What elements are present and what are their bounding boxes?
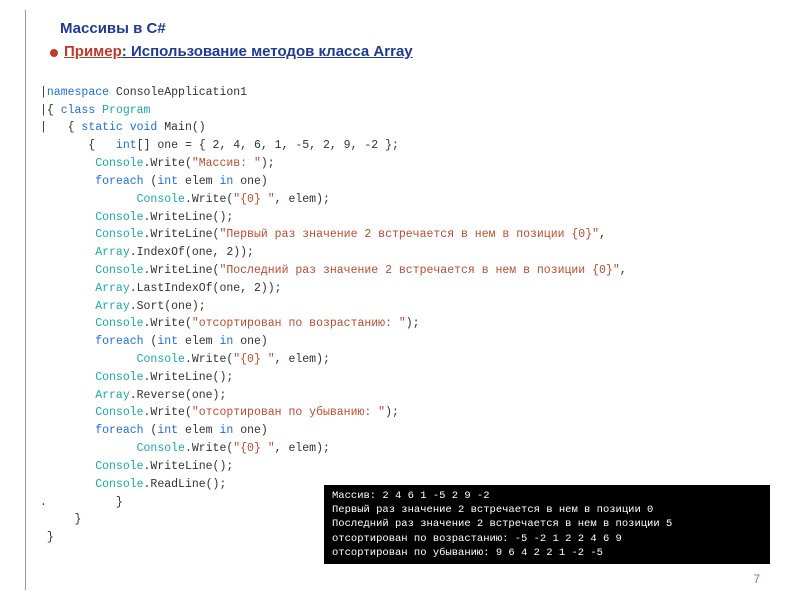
output-line: Первый раз значение 2 встречается в нем …: [332, 504, 653, 516]
output-line: Массив: 2 4 6 1 -5 2 9 -2: [332, 490, 490, 502]
output-line: отсортирован по убыванию: 9 6 4 2 2 1 -2…: [332, 547, 603, 559]
output-line: отсортирован по возрастанию: -5 -2 1 2 2…: [332, 533, 622, 545]
slide-content: Массивы в C# Пример: Использование метод…: [0, 0, 800, 557]
slide-title: Массивы в C#: [60, 20, 770, 37]
output-line: Последний раз значение 2 встречается в н…: [332, 518, 672, 530]
console-output: Массив: 2 4 6 1 -5 2 9 -2 Первый раз зна…: [324, 485, 770, 564]
subtitle-primer: Пример: [64, 43, 122, 60]
bullet-icon: [50, 49, 58, 57]
subtitle-row: Пример: Использование методов класса Arr…: [50, 43, 770, 60]
page-number: 7: [753, 572, 760, 586]
subtitle-rest: : Использование методов класса Array: [122, 43, 413, 60]
code-block: |namespace ConsoleApplication1 |{ class …: [40, 66, 770, 547]
